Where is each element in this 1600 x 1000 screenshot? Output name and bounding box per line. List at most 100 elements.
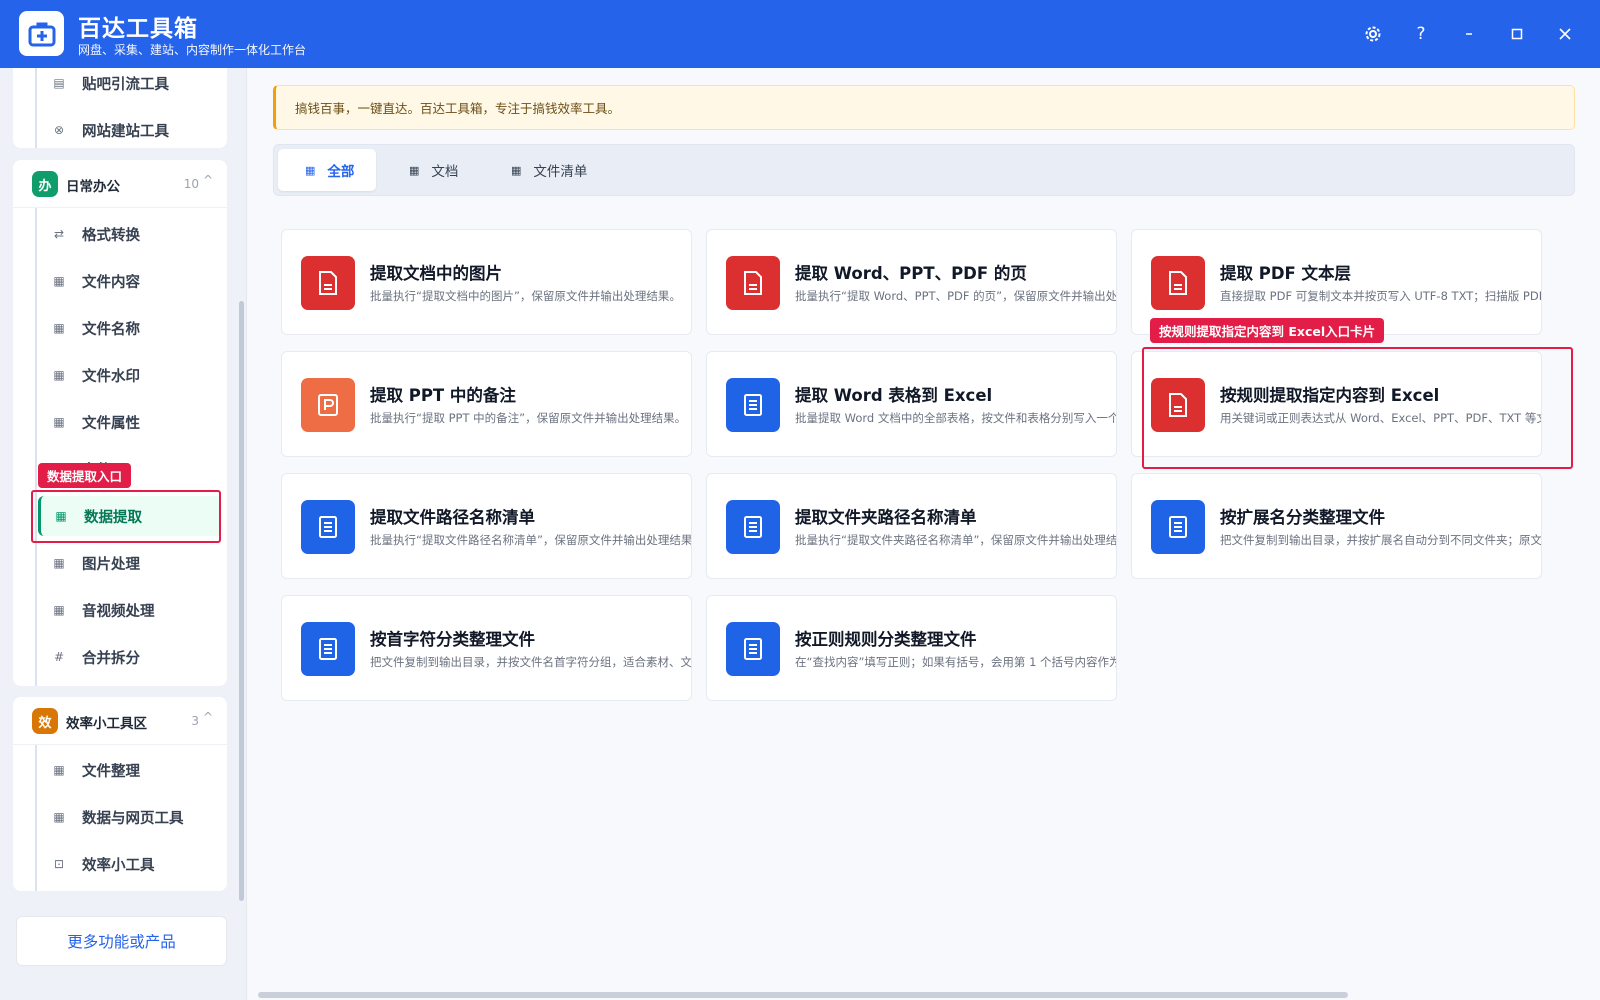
card-description: 批量提取 Word 文档中的全部表格，按文件和表格分别写入一个工作表。 bbox=[795, 411, 1117, 425]
sidebar-group-efficiency: 效 效率小工具区 3 ^ ▦ 文件整理 ▦ 数据与网页工具 ⊡ 效率小工具 bbox=[13, 697, 227, 891]
tool-card-rule-extract-to-excel[interactable]: 按规则提取指定内容到 Excel 用关键词或正则表达式从 Word、Excel、… bbox=[1131, 351, 1542, 457]
card-title: 提取 PPT 中的备注 bbox=[370, 386, 516, 405]
toolbox-icon bbox=[19, 11, 64, 56]
grid-icon: ▦ bbox=[53, 556, 65, 570]
card-description: 批量执行“提取文件夹路径名称清单”，保留原文件并输出处理结果。 bbox=[795, 533, 1117, 547]
sidebar-item-file-content[interactable]: ▦ 文件内容 bbox=[36, 261, 226, 301]
card-description: 批量执行“提取文件路径名称清单”，保留原文件并输出处理结果。 bbox=[370, 533, 692, 547]
app-subtitle: 网盘、采集、建站、内容制作一体化工作台 bbox=[78, 43, 307, 57]
list-document-icon bbox=[301, 500, 355, 554]
card-description: 批量执行“提取 Word、PPT、PDF 的页”，保留原文件并输出处理结果。 bbox=[795, 289, 1117, 303]
chevron-up-icon[interactable]: ^ bbox=[203, 173, 213, 187]
tab-label: 文件清单 bbox=[533, 164, 588, 180]
sidebar-group-top: ▤ 贴吧引流工具 ⊗ 网站建站工具 bbox=[13, 68, 227, 148]
tool-card-extract-pages[interactable]: 提取 Word、PPT、PDF 的页 批量执行“提取 Word、PPT、PDF … bbox=[706, 229, 1117, 335]
document-icon bbox=[1151, 256, 1205, 310]
grid-icon: ▦ bbox=[53, 274, 65, 288]
tab-documents[interactable]: ▦ 文档 bbox=[382, 149, 476, 191]
card-icon: ▤ bbox=[53, 76, 65, 90]
minimize-icon[interactable] bbox=[1454, 19, 1484, 49]
tab-file-list[interactable]: ▦ 文件清单 bbox=[486, 149, 598, 191]
horizontal-scrollbar[interactable] bbox=[258, 992, 1348, 998]
tool-card-extract-ppt-notes[interactable]: 提取 PPT 中的备注 批量执行“提取 PPT 中的备注”，保留原文件并输出处理… bbox=[281, 351, 692, 457]
app-title: 百达工具箱 bbox=[78, 16, 198, 42]
group-header[interactable]: 效 效率小工具区 3 ^ bbox=[13, 697, 227, 745]
tab-label: 文档 bbox=[431, 164, 459, 180]
card-description: 把文件复制到输出目录，并按扩展名自动分到不同文件夹；原文件不变。 bbox=[1220, 533, 1542, 547]
group-count: 3 bbox=[191, 714, 199, 728]
sidebar-item-website[interactable]: ⊗ 网站建站工具 bbox=[36, 110, 226, 148]
card-title: 提取文件夹路径名称清单 bbox=[795, 508, 977, 527]
card-title: 提取 PDF 文本层 bbox=[1220, 264, 1352, 283]
sidebar-item-label: 文件名称 bbox=[82, 321, 140, 338]
grid-icon: ▦ bbox=[53, 603, 65, 617]
maximize-icon[interactable] bbox=[1502, 19, 1532, 49]
tool-card-sort-by-extension[interactable]: 按扩展名分类整理文件 把文件复制到输出目录，并按扩展名自动分到不同文件夹；原文件… bbox=[1131, 473, 1542, 579]
tool-card-sort-by-regex[interactable]: 按正则规则分类整理文件 在“查找内容”填写正则；如果有括号，会用第 1 个括号内… bbox=[706, 595, 1117, 701]
document-icon bbox=[1151, 378, 1205, 432]
sidebar-scrollbar[interactable] bbox=[237, 68, 245, 918]
card-description: 批量执行“提取 PPT 中的备注”，保留原文件并输出处理结果。 bbox=[370, 411, 687, 425]
group-header[interactable]: 办 日常办公 10 ^ bbox=[13, 160, 227, 208]
close-icon[interactable] bbox=[1550, 19, 1580, 49]
sidebar-item-file-watermark[interactable]: ▦ 文件水印 bbox=[36, 355, 226, 395]
grid-icon: ▦ bbox=[305, 163, 316, 177]
sidebar-item-label: 数据与网页工具 bbox=[82, 810, 184, 827]
sidebar-item-data-web-tools[interactable]: ▦ 数据与网页工具 bbox=[36, 797, 226, 837]
swap-icon: ⇄ bbox=[53, 227, 65, 241]
group-title: 效率小工具区 bbox=[66, 716, 147, 732]
sidebar-item-tieba[interactable]: ▤ 贴吧引流工具 bbox=[36, 68, 226, 103]
list-document-icon bbox=[726, 378, 780, 432]
sidebar-item-file-organize[interactable]: ▦ 文件整理 bbox=[36, 750, 226, 790]
tab-all[interactable]: ▦ 全部 bbox=[278, 149, 376, 191]
sidebar-item-merge-split[interactable]: # 合并拆分 bbox=[36, 637, 226, 677]
annotation-tag-data-extract: 数据提取入口 bbox=[38, 463, 132, 488]
sidebar-group-office: 办 日常办公 10 ^ ⇄ 格式转换 ▦ 文件内容 ▦ 文件名称 ▦ 文件水印 … bbox=[13, 160, 227, 686]
sidebar-item-label: 合并拆分 bbox=[82, 650, 140, 667]
card-title: 按扩展名分类整理文件 bbox=[1220, 508, 1385, 527]
card-description: 批量执行“提取文档中的图片”，保留原文件并输出处理结果。 bbox=[370, 289, 681, 303]
card-title: 按规则提取指定内容到 Excel bbox=[1220, 386, 1440, 405]
card-description: 用关键词或正则表达式从 Word、Excel、PPT、PDF、TXT 等文档中提… bbox=[1220, 411, 1541, 425]
card-title: 提取文档中的图片 bbox=[370, 264, 502, 283]
sidebar-item-label: 文件内容 bbox=[82, 274, 140, 291]
hash-icon: # bbox=[53, 650, 65, 664]
tool-card-file-path-list[interactable]: 提取文件路径名称清单 批量执行“提取文件路径名称清单”，保留原文件并输出处理结果… bbox=[281, 473, 692, 579]
sidebar-item-file-name[interactable]: ▦ 文件名称 bbox=[36, 308, 226, 348]
title-bar: 百达工具箱 网盘、采集、建站、内容制作一体化工作台 ? bbox=[0, 0, 1600, 68]
tool-card-sort-by-first-char[interactable]: 按首字符分类整理文件 把文件复制到输出目录，并按文件名首字符分组，适合素材、文档… bbox=[281, 595, 692, 701]
group-badge: 办 bbox=[32, 171, 58, 197]
card-title: 按正则规则分类整理文件 bbox=[795, 630, 977, 649]
group-badge: 效 bbox=[32, 708, 58, 734]
document-icon bbox=[726, 256, 780, 310]
notice-banner: 搞钱百事，一键直达。百达工具箱，专注于搞钱效率工具。 bbox=[273, 85, 1575, 130]
sidebar-item-efficiency-tools[interactable]: ⊡ 效率小工具 bbox=[36, 844, 226, 884]
grid-icon: ▦ bbox=[53, 763, 65, 777]
grid-icon: ▦ bbox=[53, 810, 65, 824]
card-title: 提取 Word、PPT、PDF 的页 bbox=[795, 264, 1027, 283]
more-products-button[interactable]: 更多功能或产品 bbox=[16, 916, 227, 966]
sidebar-item-format-convert[interactable]: ⇄ 格式转换 bbox=[36, 214, 226, 254]
sidebar-item-label: 数据提取 bbox=[84, 509, 142, 526]
help-icon[interactable]: ? bbox=[1406, 19, 1436, 49]
sidebar-scrollbar-thumb[interactable] bbox=[239, 301, 244, 901]
list-document-icon bbox=[1151, 500, 1205, 554]
chevron-up-icon[interactable]: ^ bbox=[203, 710, 213, 724]
tool-card-word-table-to-excel[interactable]: 提取 Word 表格到 Excel 批量提取 Word 文档中的全部表格，按文件… bbox=[706, 351, 1117, 457]
grid-icon: ▦ bbox=[53, 321, 65, 335]
grid-icon: ▦ bbox=[55, 509, 67, 523]
annotation-tag-rule-extract-card: 按规则提取指定内容到 Excel入口卡片 bbox=[1150, 318, 1385, 343]
card-title: 按首字符分类整理文件 bbox=[370, 630, 535, 649]
tool-card-extract-doc-images[interactable]: 提取文档中的图片 批量执行“提取文档中的图片”，保留原文件并输出处理结果。 bbox=[281, 229, 692, 335]
sidebar-item-file-attributes[interactable]: ▦ 文件属性 bbox=[36, 402, 226, 442]
card-title: 提取 Word 表格到 Excel bbox=[795, 386, 993, 405]
tool-card-folder-path-list[interactable]: 提取文件夹路径名称清单 批量执行“提取文件夹路径名称清单”，保留原文件并输出处理… bbox=[706, 473, 1117, 579]
sidebar-item-av-process[interactable]: ▦ 音视频处理 bbox=[36, 590, 226, 630]
sidebar-item-data-extract[interactable]: ▦ 数据提取 bbox=[38, 496, 222, 536]
gear-icon[interactable] bbox=[1358, 19, 1388, 49]
ppt-icon bbox=[301, 378, 355, 432]
briefcase-icon: ⊡ bbox=[53, 857, 65, 871]
sidebar-item-label: 文件属性 bbox=[82, 415, 140, 432]
sidebar-item-label: 效率小工具 bbox=[82, 857, 155, 874]
sidebar-item-image-process[interactable]: ▦ 图片处理 bbox=[36, 543, 226, 583]
